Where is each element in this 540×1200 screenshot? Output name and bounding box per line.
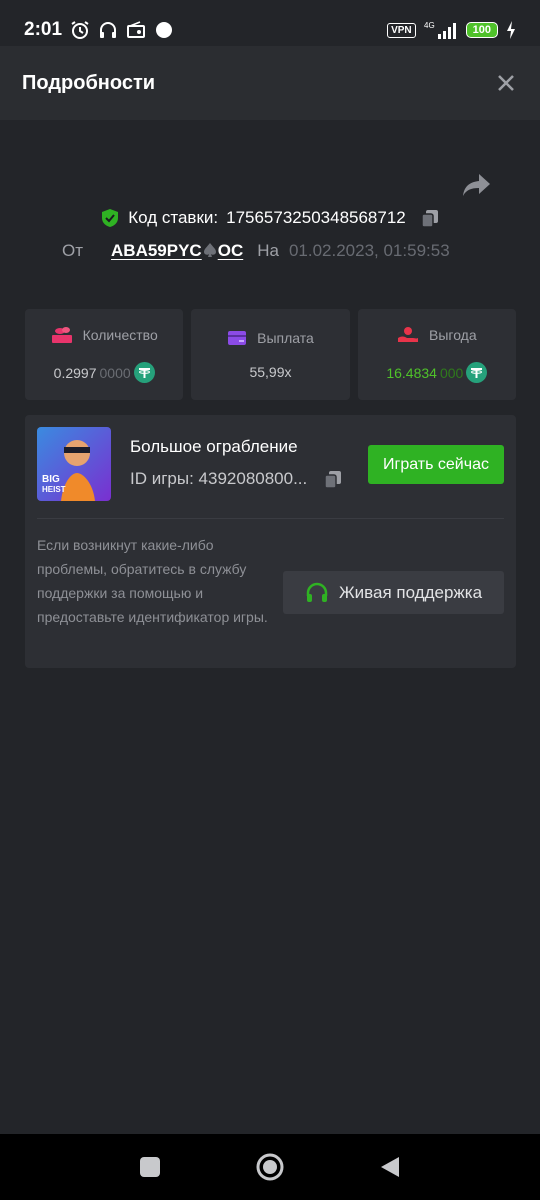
usdt-icon bbox=[133, 362, 155, 383]
from-label: От bbox=[62, 241, 84, 260]
support-help-text: Если возникнут какие-либо проблемы, обра… bbox=[37, 537, 268, 625]
back-button[interactable] bbox=[375, 1152, 405, 1182]
home-button[interactable] bbox=[255, 1152, 285, 1182]
stat-value: 55,99x bbox=[249, 363, 292, 380]
charging-icon bbox=[507, 21, 515, 39]
game-id: ID игры: 4392080800... bbox=[130, 469, 308, 488]
stat-label: Выплата bbox=[257, 329, 314, 346]
copy-icon[interactable] bbox=[323, 469, 343, 489]
bet-from-row: От ABA59PYC OC На 01.02.2023, 01:59:53 bbox=[62, 241, 502, 261]
stat-card-profit: Выгода 16.4834 000 bbox=[357, 309, 516, 400]
share-icon[interactable] bbox=[462, 172, 492, 198]
recent-apps-button[interactable] bbox=[135, 1152, 165, 1182]
square-icon bbox=[140, 1157, 160, 1177]
username-link[interactable]: ABA59PYC OC bbox=[111, 241, 243, 261]
system-nav-bar bbox=[0, 1134, 540, 1200]
close-icon[interactable] bbox=[494, 71, 518, 95]
signal-icon: 4G bbox=[424, 21, 456, 39]
triangle-back-icon bbox=[381, 1157, 399, 1177]
bet-datetime: 01.02.2023, 01:59:53 bbox=[288, 241, 450, 260]
radio-icon bbox=[127, 21, 146, 38]
play-now-button[interactable]: Играть сейчас bbox=[368, 445, 504, 484]
bet-code-label: Код ставки: bbox=[128, 208, 219, 227]
stat-value-trail: 000 bbox=[439, 364, 464, 381]
username-main: ABA59PYC bbox=[111, 241, 202, 260]
on-label: На bbox=[257, 241, 279, 260]
usdt-icon bbox=[466, 362, 488, 383]
game-id-row: ID игры: 4392080800... bbox=[130, 469, 343, 489]
card-icon bbox=[228, 330, 247, 345]
header: Подробности bbox=[0, 46, 540, 120]
svg-text:BIG: BIG bbox=[42, 474, 60, 485]
headphones-icon bbox=[100, 22, 117, 38]
coins-icon bbox=[51, 327, 72, 343]
headset-icon bbox=[306, 582, 328, 602]
vpn-badge: VPN bbox=[387, 22, 416, 38]
copy-icon[interactable] bbox=[420, 208, 440, 228]
bet-code-value: 1756573250348568712 bbox=[226, 208, 406, 227]
battery-indicator: 100 bbox=[465, 22, 498, 38]
page-title: Подробности bbox=[22, 71, 156, 94]
alarm-icon bbox=[71, 21, 89, 39]
shield-check-icon bbox=[102, 209, 119, 227]
divider bbox=[37, 518, 504, 519]
stat-label: Количество bbox=[82, 327, 158, 343]
bet-code-row: Код ставки: 1756573250348568712 bbox=[0, 208, 540, 228]
svg-text:HEIST: HEIST bbox=[42, 485, 66, 494]
live-support-label: Живая поддержка bbox=[338, 582, 483, 602]
game-title: Большое ограбление bbox=[130, 437, 298, 456]
status-time: 2:01 bbox=[24, 19, 63, 40]
stat-value-trail: 0000 bbox=[99, 364, 131, 381]
live-support-button[interactable]: Живая поддержка bbox=[283, 571, 504, 614]
stat-label: Выгода bbox=[429, 327, 477, 343]
stat-value: 0.2997 bbox=[53, 364, 97, 381]
game-thumbnail[interactable]: BIG HEIST bbox=[37, 427, 111, 501]
circle-icon bbox=[256, 1153, 284, 1181]
hand-coin-icon bbox=[398, 327, 418, 342]
stats-row: Количество 0.2997 0000 Выплата 55,99x Выг… bbox=[25, 309, 516, 400]
username-suffix: OC bbox=[217, 241, 244, 260]
svg-text:4G: 4G bbox=[424, 21, 435, 30]
stat-card-payout: Выплата 55,99x bbox=[191, 309, 350, 400]
spade-icon bbox=[203, 243, 216, 257]
stat-card-amount: Количество 0.2997 0000 bbox=[25, 309, 184, 400]
game-panel: BIG HEIST Большое ограбление ID игры: 43… bbox=[25, 415, 516, 668]
dot-icon bbox=[156, 22, 173, 38]
stat-value: 16.4834 bbox=[386, 364, 437, 381]
